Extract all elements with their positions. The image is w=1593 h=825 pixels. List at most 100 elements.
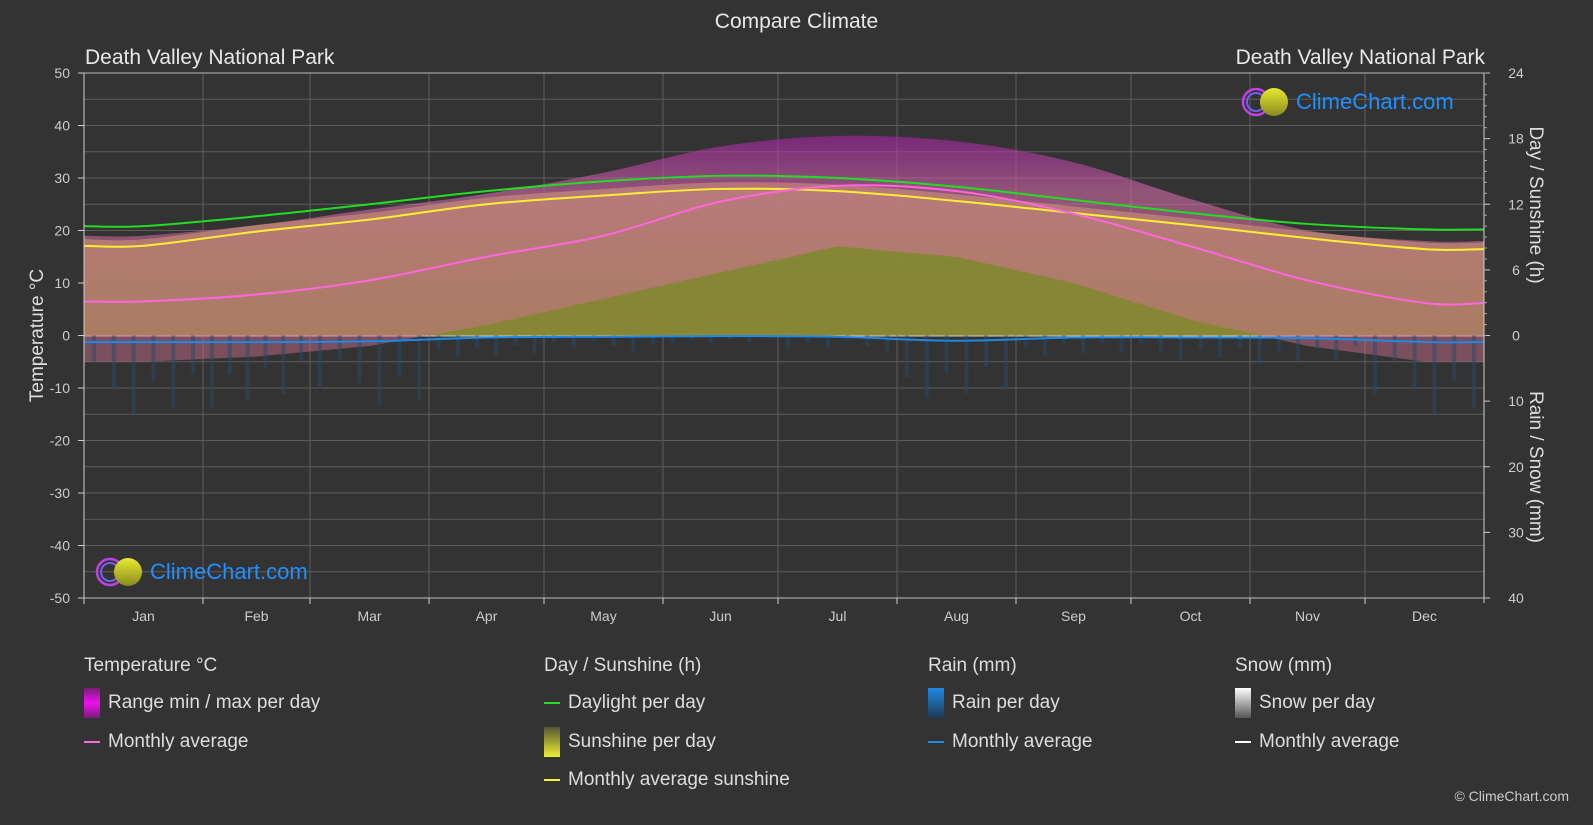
legend-temp-avg: Monthly average bbox=[84, 731, 248, 753]
rain-avg-line-icon bbox=[928, 741, 944, 743]
rain-bar bbox=[377, 335, 382, 407]
month-label: Jun bbox=[709, 608, 732, 624]
legend-rain: Rain per day bbox=[928, 688, 1060, 718]
right-tick-label: 30 bbox=[1508, 524, 1524, 540]
rain-bar bbox=[1004, 335, 1009, 388]
rain-bar bbox=[494, 335, 499, 356]
legend-label: Range min / max per day bbox=[108, 692, 321, 713]
left-tick-label: 0 bbox=[62, 328, 70, 344]
month-label: Apr bbox=[476, 608, 498, 624]
rain-bar bbox=[1218, 335, 1223, 358]
legend-label: Sunshine per day bbox=[568, 731, 716, 752]
right-tick-label: 12 bbox=[1508, 196, 1524, 212]
legend-label: Daylight per day bbox=[568, 692, 706, 713]
logo-text: ClimeChart.com bbox=[150, 559, 308, 584]
rain-bar bbox=[1412, 335, 1417, 388]
legend-sunshine: Sunshine per day bbox=[544, 727, 716, 757]
sunshine-swatch-icon bbox=[544, 727, 560, 757]
left-tick-label: -10 bbox=[50, 380, 70, 396]
rain-bar bbox=[209, 335, 214, 408]
legend-rain-avg: Monthly average bbox=[928, 731, 1092, 753]
legend-sunshine-avg: Monthly average sunshine bbox=[544, 769, 790, 791]
daylight-line-icon bbox=[544, 702, 560, 704]
climechart-logo-icon bbox=[95, 557, 142, 587]
legend-sunshine-heading: Day / Sunshine (h) bbox=[544, 655, 702, 676]
legend-label: Monthly average bbox=[1259, 731, 1400, 752]
month-label: Feb bbox=[244, 608, 268, 624]
right-tick-label: 10 bbox=[1508, 393, 1524, 409]
month-label: Dec bbox=[1412, 608, 1437, 624]
right-bottom-axis-title: Rain / Snow (mm) bbox=[1525, 391, 1546, 543]
snow-avg-line-icon bbox=[1235, 741, 1251, 743]
legend-label: Monthly average bbox=[108, 731, 249, 752]
legend-label: Monthly average sunshine bbox=[568, 769, 790, 790]
rain-bar bbox=[245, 335, 250, 402]
right-tick-label: 6 bbox=[1512, 262, 1520, 278]
rain-bar bbox=[1472, 335, 1477, 408]
right-tick-label: 0 bbox=[1512, 328, 1520, 344]
sunshine-avg-line-icon bbox=[544, 779, 560, 781]
snow-swatch-icon bbox=[1235, 688, 1251, 718]
copyright: © ClimeChart.com bbox=[1454, 788, 1569, 804]
rain-bar bbox=[111, 335, 116, 388]
left-tick-label: -40 bbox=[50, 538, 70, 554]
rain-bar bbox=[171, 335, 176, 408]
legend-rain-heading: Rain (mm) bbox=[928, 655, 1017, 676]
right-tick-label: 40 bbox=[1508, 590, 1524, 606]
rain-bar bbox=[1178, 335, 1183, 360]
rain-bar bbox=[532, 335, 537, 354]
right-tick-label: 20 bbox=[1508, 459, 1524, 475]
left-tick-label: -20 bbox=[50, 433, 70, 449]
month-label: Oct bbox=[1180, 608, 1202, 624]
rain-bar bbox=[924, 335, 929, 399]
left-tick-label: 20 bbox=[54, 223, 70, 239]
left-tick-label: 10 bbox=[54, 275, 70, 291]
legend-snow-avg: Monthly average bbox=[1235, 731, 1399, 753]
logo-text: ClimeChart.com bbox=[1296, 89, 1454, 114]
legend-temp-range: Range min / max per day bbox=[84, 688, 320, 718]
rain-bar bbox=[281, 335, 286, 395]
rain-bar bbox=[417, 335, 422, 401]
rain-bar bbox=[131, 335, 136, 415]
legend-label: Rain per day bbox=[952, 692, 1060, 713]
left-tick-label: -50 bbox=[50, 590, 70, 606]
rain-bar bbox=[317, 335, 322, 389]
rain-bar bbox=[1295, 335, 1300, 362]
rain-bar bbox=[785, 335, 790, 349]
rain-bar bbox=[964, 335, 969, 394]
rain-bar bbox=[337, 335, 342, 360]
legend-snow-heading: Snow (mm) bbox=[1235, 655, 1333, 676]
legend-snow: Snow per day bbox=[1235, 688, 1375, 718]
right-tick-label: 24 bbox=[1508, 65, 1524, 81]
rain-bar bbox=[904, 335, 909, 378]
left-tick-label: 30 bbox=[54, 170, 70, 186]
temp-range-swatch-icon bbox=[84, 688, 100, 718]
rain-bar bbox=[299, 335, 304, 362]
left-tick-label: 50 bbox=[54, 65, 70, 81]
rain-bar bbox=[263, 335, 268, 369]
legend-label: Snow per day bbox=[1259, 692, 1376, 713]
month-label: Nov bbox=[1295, 608, 1320, 624]
rain-bar bbox=[91, 335, 96, 362]
logo-bottom-left: ClimeChart.com bbox=[94, 556, 308, 588]
rain-bar bbox=[631, 335, 636, 352]
legend-daylight: Daylight per day bbox=[544, 692, 705, 714]
month-label: Jan bbox=[132, 608, 155, 624]
legend-label: Monthly average bbox=[952, 731, 1093, 752]
right-top-axis-title: Day / Sunshine (h) bbox=[1525, 126, 1546, 283]
left-tick-label: -30 bbox=[50, 485, 70, 501]
temp-avg-line-icon bbox=[84, 741, 100, 743]
logo-top-right: ClimeChart.com bbox=[1240, 86, 1454, 118]
legend-temperature-heading: Temperature °C bbox=[84, 655, 218, 676]
right-tick-label: 18 bbox=[1508, 131, 1524, 147]
rain-swatch-icon bbox=[928, 688, 944, 718]
month-label: Mar bbox=[357, 608, 381, 624]
rain-bar bbox=[1432, 335, 1437, 415]
month-label: Aug bbox=[944, 608, 969, 624]
rain-bar bbox=[1392, 335, 1397, 362]
month-label: Sep bbox=[1061, 608, 1086, 624]
left-tick-label: 40 bbox=[54, 118, 70, 134]
rain-bar bbox=[397, 335, 402, 377]
climechart-logo-icon bbox=[1241, 87, 1288, 117]
rain-bar bbox=[436, 335, 441, 350]
